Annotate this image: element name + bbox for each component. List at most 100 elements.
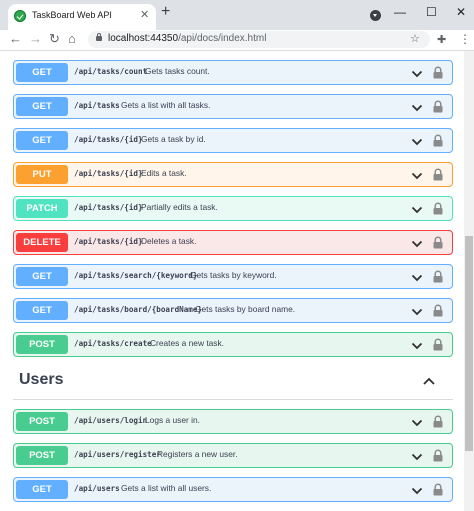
- operations-list: GET/api/tasks/count Gets tasks count. GET /…: [13, 60, 453, 511]
- operation-path: /api/tasks/search/{keyword}: [74, 271, 198, 280]
- chevron-down-icon[interactable]: [411, 237, 423, 249]
- page-scrollbar[interactable]: [464, 51, 474, 511]
- method-badge: DELETE: [16, 233, 68, 252]
- lock-icon[interactable]: [432, 202, 444, 215]
- browser-toolbar: ← → ↻ ⌂ localhost:44350/api/docs/index.h…: [0, 30, 474, 51]
- operation-put-row[interactable]: PUT/api/tasks/{id} Edits a task.: [13, 162, 453, 187]
- chevron-down-icon[interactable]: [411, 101, 423, 113]
- minimize-button[interactable]: —: [394, 5, 406, 19]
- operation-get-row[interactable]: GET/api/tasks/count Gets tasks count.: [13, 60, 453, 85]
- method-badge: POST: [16, 412, 68, 431]
- favicon-icon: [14, 10, 26, 22]
- operation-get-row[interactable]: GET/api/tasks/search/{keyword} Gets tasks…: [13, 264, 453, 289]
- new-tab-button[interactable]: +: [161, 4, 170, 20]
- chevron-down-icon[interactable]: [411, 484, 423, 496]
- chevron-down-icon[interactable]: [411, 450, 423, 462]
- url-text[interactable]: localhost:44350/api/docs/index.html: [108, 33, 266, 44]
- secure-lock-icon[interactable]: [96, 33, 102, 41]
- lock-icon[interactable]: [432, 236, 444, 249]
- method-badge: GET: [16, 131, 68, 150]
- operation-summary: Logs a user in.: [145, 415, 200, 425]
- lock-icon[interactable]: [432, 483, 444, 496]
- operation-path: /api/users/register: [74, 450, 161, 459]
- url-path: /api/docs/index.html: [178, 33, 267, 44]
- method-badge: GET: [16, 301, 68, 320]
- operation-path: /api/tasks/{id}: [74, 237, 143, 246]
- chevron-down-icon[interactable]: [411, 416, 423, 428]
- browser-tab[interactable]: TaskBoard Web API ✕: [8, 4, 156, 30]
- section-title: Users: [19, 371, 64, 388]
- tab-title: TaskBoard Web API: [32, 10, 112, 20]
- operation-delete-row[interactable]: DELETE/api/tasks/{id} Deletes a task.: [13, 230, 453, 255]
- operation-summary: Registers a new user.: [157, 449, 238, 459]
- operation-summary: Gets tasks by board name.: [195, 304, 296, 314]
- operation-path: /api/tasks/{id}: [74, 135, 143, 144]
- method-badge: PATCH: [16, 199, 68, 218]
- reload-button[interactable]: ↻: [49, 31, 60, 47]
- chevron-down-icon[interactable]: [411, 305, 423, 317]
- chevron-down-icon[interactable]: [411, 67, 423, 79]
- back-button[interactable]: ←: [9, 31, 22, 47]
- lock-icon[interactable]: [432, 304, 444, 317]
- browser-titlebar: TaskBoard Web API ✕ + — ☐ ✕: [0, 0, 474, 30]
- bookmark-star-icon[interactable]: ☆: [410, 32, 420, 45]
- method-badge: GET: [16, 267, 68, 286]
- operation-post-row[interactable]: POST/api/users/register Registers a new u…: [13, 443, 453, 468]
- close-window-button[interactable]: ✕: [456, 5, 466, 19]
- operation-path: /api/tasks/{id}: [74, 203, 143, 212]
- lock-icon[interactable]: [432, 270, 444, 283]
- operation-path: /api/tasks/{id}: [74, 169, 143, 178]
- url-host: localhost:44350: [108, 33, 179, 44]
- swagger-page: GET/api/tasks/count Gets tasks count. GET /…: [0, 51, 464, 511]
- operation-path: /api/users: [74, 484, 120, 493]
- operation-summary: Gets a list with all users.: [121, 483, 212, 493]
- lock-icon[interactable]: [432, 168, 444, 181]
- tab-search-icon[interactable]: [370, 10, 381, 21]
- home-button[interactable]: ⌂: [68, 31, 76, 47]
- chevron-down-icon[interactable]: [411, 271, 423, 283]
- operation-path: /api/tasks/create: [74, 339, 152, 348]
- operation-post-row[interactable]: POST/api/tasks/create Creates a new task.: [13, 332, 453, 357]
- operation-path: /api/tasks/count: [74, 67, 148, 76]
- operation-get-row[interactable]: GET/api/users Gets a list with all users.: [13, 477, 453, 502]
- tab-close-button[interactable]: ✕: [140, 8, 149, 21]
- chevron-down-icon[interactable]: [411, 169, 423, 181]
- operation-path: /api/tasks: [74, 101, 120, 110]
- operation-get-row[interactable]: GET/api/tasks Gets a list with all tasks.: [13, 94, 453, 119]
- operation-summary: Gets a task by id.: [141, 134, 206, 144]
- chevron-down-icon[interactable]: [411, 203, 423, 215]
- operation-path: /api/tasks/board/{boardName}: [74, 305, 203, 314]
- users-section-header[interactable]: Users: [13, 364, 453, 400]
- lock-icon[interactable]: [432, 449, 444, 462]
- method-badge: GET: [16, 63, 68, 82]
- lock-icon[interactable]: [432, 338, 444, 351]
- maximize-button[interactable]: ☐: [426, 5, 437, 19]
- lock-icon[interactable]: [432, 66, 444, 79]
- method-badge: POST: [16, 446, 68, 465]
- operation-patch-row[interactable]: PATCH/api/tasks/{id} Partially edits a ta…: [13, 196, 453, 221]
- operation-get-row[interactable]: GET/api/tasks/board/{boardName} Gets task…: [13, 298, 453, 323]
- operation-post-row[interactable]: POST/api/users/login Logs a user in.: [13, 409, 453, 434]
- lock-icon[interactable]: [432, 100, 444, 113]
- chevron-down-icon[interactable]: [411, 135, 423, 147]
- operation-summary: Gets tasks count.: [145, 66, 210, 76]
- browser-menu-icon[interactable]: ⋮: [459, 32, 471, 46]
- forward-button[interactable]: →: [29, 31, 42, 47]
- operation-summary: Edits a task.: [141, 168, 187, 178]
- operation-summary: Gets a list with all tasks.: [121, 100, 211, 110]
- operation-summary: Partially edits a task.: [141, 202, 218, 212]
- address-bar[interactable]: localhost:44350/api/docs/index.html ☆: [88, 31, 430, 48]
- lock-icon[interactable]: [432, 415, 444, 428]
- scrollbar-thumb[interactable]: [465, 236, 473, 451]
- method-badge: GET: [16, 480, 68, 499]
- chevron-up-icon[interactable]: [422, 374, 436, 386]
- operation-summary: Creates a new task.: [150, 338, 225, 348]
- method-badge: POST: [16, 335, 68, 354]
- method-badge: PUT: [16, 165, 68, 184]
- method-badge: GET: [16, 97, 68, 116]
- lock-icon[interactable]: [432, 134, 444, 147]
- chevron-down-icon[interactable]: [411, 339, 423, 351]
- operation-path: /api/users/login: [74, 416, 148, 425]
- extensions-icon[interactable]: ✚: [437, 33, 446, 46]
- operation-get-row[interactable]: GET/api/tasks/{id} Gets a task by id.: [13, 128, 453, 153]
